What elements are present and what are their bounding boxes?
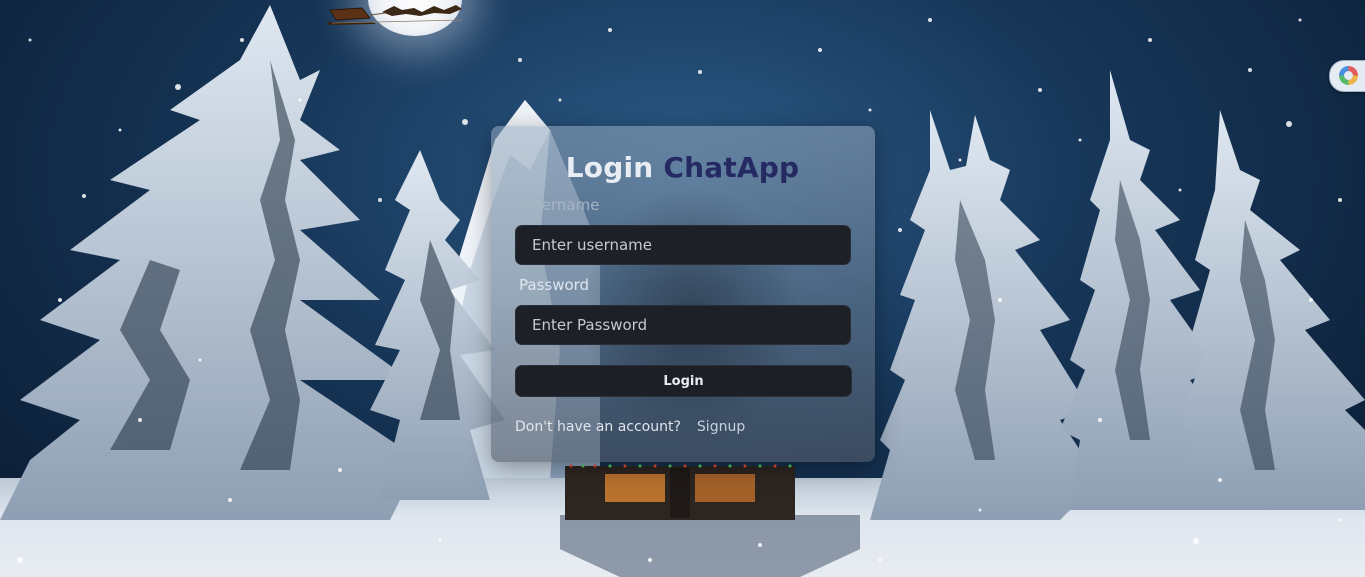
no-account-text: Don't have an account? xyxy=(515,419,681,435)
username-label: Username xyxy=(523,196,600,214)
login-title: Login ChatApp xyxy=(0,148,1365,188)
username-input[interactable] xyxy=(515,225,851,265)
signup-link[interactable]: Signup xyxy=(697,419,745,435)
login-button[interactable]: Login xyxy=(515,365,852,397)
winter-night-background: Login ChatApp Username Password Login Do… xyxy=(0,0,1365,577)
browser-extension-icon[interactable] xyxy=(1329,60,1365,92)
password-label: Password xyxy=(519,276,590,294)
signup-prompt: Don't have an account? Signup xyxy=(515,418,745,436)
title-prefix: Login xyxy=(565,151,654,184)
title-brand: ChatApp xyxy=(663,151,800,184)
extension-logo-icon xyxy=(1339,66,1358,85)
password-input[interactable] xyxy=(515,305,851,345)
